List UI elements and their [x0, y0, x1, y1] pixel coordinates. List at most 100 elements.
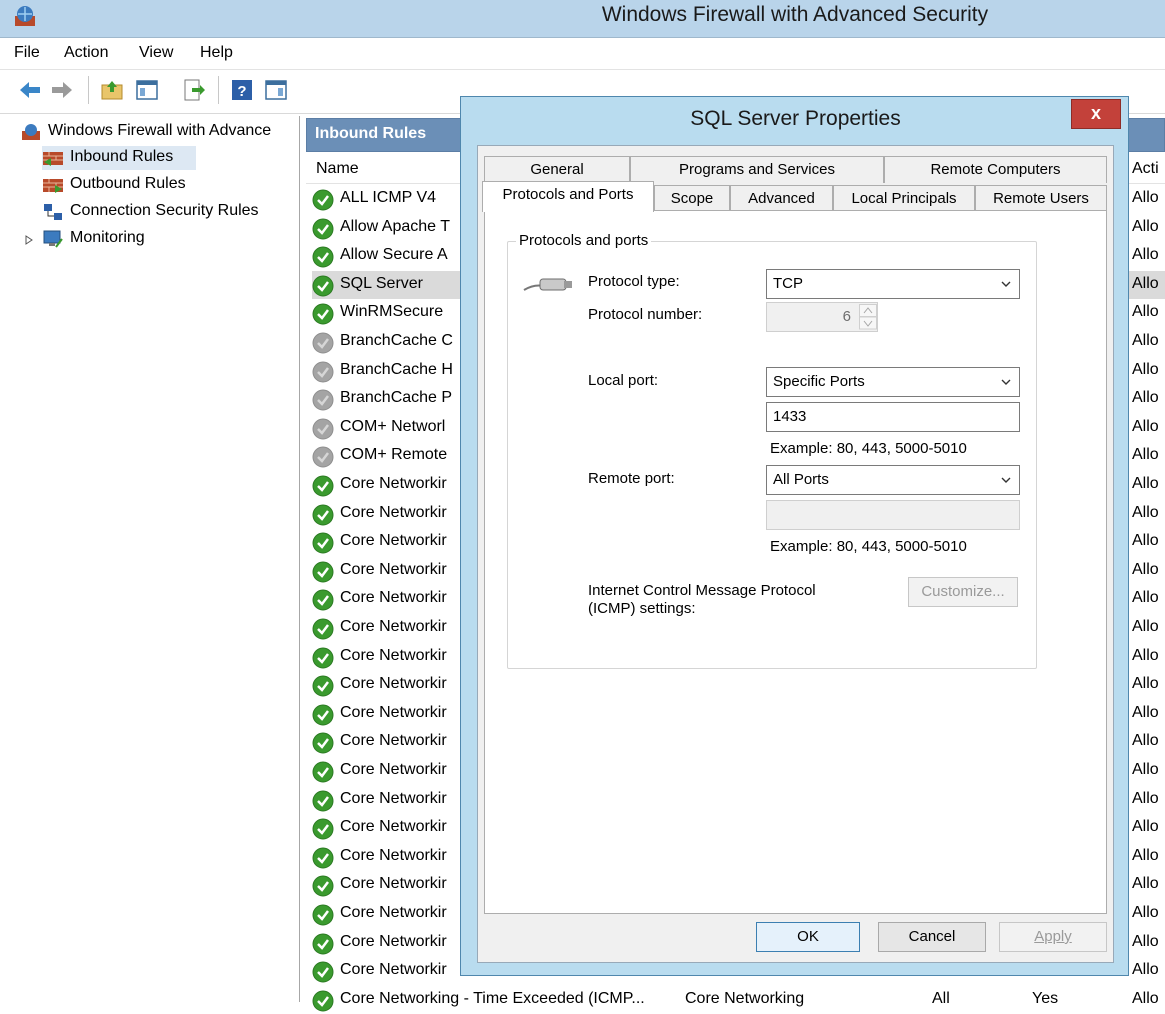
tab-general[interactable]: General: [484, 156, 630, 183]
protocols-and-ports-panel: Protocols and ports Protocol type: TCP P…: [484, 210, 1107, 914]
protocols-and-ports-group: Protocols and ports Protocol type: TCP P…: [507, 232, 1037, 669]
icmp-settings-label-line2: (ICMP) settings:: [588, 600, 696, 617]
disabled-rule-icon: [312, 418, 334, 440]
protocol-type-select[interactable]: TCP: [766, 269, 1020, 299]
title-bar: Windows Firewall with Advanced Security: [0, 0, 1165, 38]
enabled-rule-icon: [312, 818, 334, 840]
rule-name: Core Networkir: [340, 932, 447, 950]
rule-action: Allo: [1132, 875, 1159, 893]
rule-action: Allo: [1132, 989, 1159, 1007]
enabled-rule-icon: [312, 675, 334, 697]
remote-port-select[interactable]: All Ports: [766, 465, 1020, 495]
tab-remote-computers[interactable]: Remote Computers: [884, 156, 1107, 183]
help-icon[interactable]: ?: [230, 78, 254, 102]
firewall-icon: [22, 124, 40, 140]
local-port-label: Local port:: [588, 372, 659, 389]
enabled-rule-icon: [312, 761, 334, 783]
rule-action: Allo: [1132, 560, 1159, 578]
tab-programs-and-services[interactable]: Programs and Services: [630, 156, 884, 183]
disabled-rule-icon: [312, 361, 334, 383]
ok-button[interactable]: OK: [756, 922, 860, 952]
inbound-rules-icon: [43, 152, 63, 166]
close-button[interactable]: x: [1071, 99, 1121, 129]
rule-action: Allo: [1132, 189, 1159, 206]
remote-port-input: [766, 500, 1020, 530]
rule-action: Allo: [1132, 818, 1159, 836]
rule-name: Core Networkir: [340, 503, 447, 521]
rule-action: Allo: [1132, 789, 1159, 807]
tree-item-inbound-rules[interactable]: Inbound Rules: [42, 146, 196, 170]
apply-button[interactable]: Apply: [999, 922, 1107, 952]
tree-root[interactable]: Windows Firewall with Advance: [20, 120, 300, 144]
rule-name: ALL ICMP V4: [340, 189, 437, 206]
menu-bar: File Action View Help: [0, 38, 1165, 70]
tree-item-monitoring[interactable]: Monitoring: [42, 227, 202, 251]
enabled-rule-icon: [312, 246, 334, 268]
tab-local-principals[interactable]: Local Principals: [833, 185, 975, 212]
enabled-rule-icon: [312, 875, 334, 897]
tree-item-outbound-rules[interactable]: Outbound Rules: [42, 173, 242, 197]
expand-arrow-icon[interactable]: [24, 235, 34, 245]
show-hide-tree-icon[interactable]: [135, 78, 159, 102]
enabled-rule-icon: [312, 475, 334, 497]
rule-name: Core Networkir: [340, 732, 447, 750]
column-name[interactable]: Name: [316, 160, 359, 178]
rule-action: Allo: [1132, 360, 1159, 378]
menu-view[interactable]: View: [139, 44, 173, 62]
rule-action: Allo: [1132, 332, 1159, 349]
tab-scope[interactable]: Scope: [654, 185, 730, 212]
toolbar-separator: [88, 76, 89, 104]
rule-profile: All: [932, 989, 950, 1007]
rule-name: COM+ Remote: [340, 446, 448, 464]
enabled-rule-icon: [312, 589, 334, 611]
connection-security-icon: [44, 204, 62, 220]
rule-enabled: Yes: [1032, 989, 1059, 1007]
enabled-rule-icon: [312, 275, 334, 297]
disabled-rule-icon: [312, 389, 334, 411]
monitoring-icon: [43, 230, 63, 248]
group-label: Protocols and ports: [516, 232, 652, 249]
enabled-rule-icon: [312, 990, 334, 1012]
tab-protocols-and-ports[interactable]: Protocols and Ports: [482, 181, 654, 212]
tab-remote-users[interactable]: Remote Users: [975, 185, 1107, 212]
rule-name: Core Networkir: [340, 560, 447, 578]
cancel-button[interactable]: Cancel: [878, 922, 986, 952]
local-port-input[interactable]: 1433: [766, 402, 1020, 432]
icmp-settings-label-line1: Internet Control Message Protocol: [588, 582, 816, 599]
toolbar-separator: [218, 76, 219, 104]
rule-action: Allo: [1132, 532, 1159, 550]
svg-text:?: ?: [237, 83, 246, 100]
network-cable-icon: [523, 278, 572, 291]
rule-name: Core Networkir: [340, 761, 447, 778]
local-port-select[interactable]: Specific Ports: [766, 367, 1020, 397]
chevron-down-icon: [1001, 281, 1011, 287]
enabled-rule-icon: [312, 790, 334, 812]
rule-action: Allo: [1132, 932, 1159, 950]
enabled-rule-icon: [312, 933, 334, 955]
rule-name: Core Networkir: [340, 532, 447, 550]
table-row[interactable]: Core Networking - Time Exceeded (ICMP...…: [312, 986, 1165, 1014]
tree-item-connection-security-rules[interactable]: Connection Security Rules: [42, 200, 298, 224]
menu-help[interactable]: Help: [200, 44, 233, 62]
show-hide-action-pane-icon[interactable]: [264, 78, 288, 102]
outbound-rules-icon: [43, 179, 63, 193]
dialog-body: General Programs and Services Remote Com…: [477, 145, 1114, 963]
rule-action: Allo: [1132, 961, 1159, 979]
up-folder-icon[interactable]: [100, 78, 124, 102]
rule-name: Core Networkir: [340, 875, 447, 893]
export-list-icon[interactable]: [182, 78, 206, 102]
column-action[interactable]: Acti: [1132, 160, 1159, 178]
rule-action: Allo: [1132, 503, 1159, 521]
menu-action[interactable]: Action: [64, 44, 108, 62]
forward-icon[interactable]: [50, 78, 74, 102]
rule-action: Allo: [1132, 618, 1159, 635]
menu-file[interactable]: File: [14, 44, 40, 62]
rule-name: BranchCache H: [340, 360, 453, 378]
customize-button[interactable]: Customize...: [908, 577, 1018, 607]
back-icon[interactable]: [18, 78, 42, 102]
dialog-title: SQL Server Properties: [690, 107, 901, 130]
navigation-tree: Windows Firewall with Advance Inbound Ru…: [12, 116, 300, 1002]
tab-advanced[interactable]: Advanced: [730, 185, 833, 212]
rule-action: Allo: [1132, 703, 1159, 721]
remote-port-label: Remote port:: [588, 470, 675, 487]
